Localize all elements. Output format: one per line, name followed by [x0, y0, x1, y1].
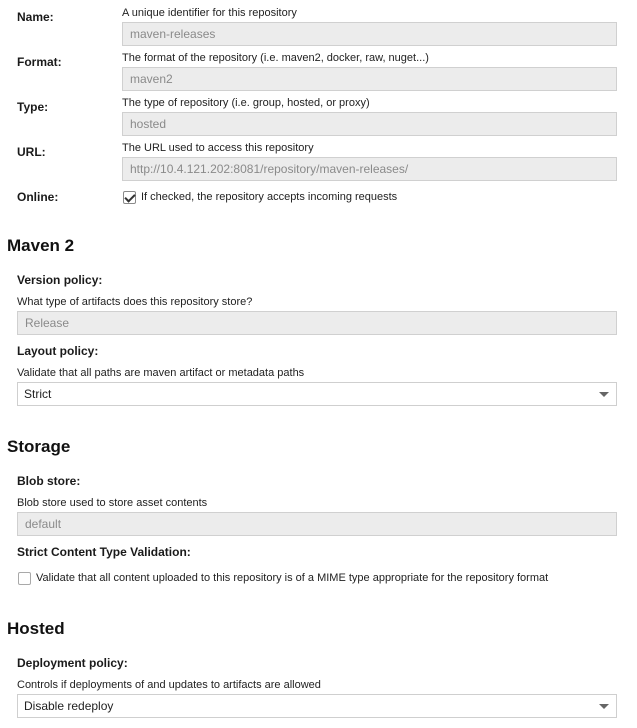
- layout-policy-value: Strict: [24, 387, 52, 401]
- format-label: Format:: [17, 55, 62, 69]
- name-label: Name:: [17, 10, 54, 24]
- chevron-down-icon: [599, 704, 609, 709]
- url-help: The URL used to access this repository: [122, 142, 314, 154]
- type-label: Type:: [17, 100, 49, 114]
- deployment-policy-help: Controls if deployments of and updates t…: [17, 679, 321, 691]
- strict-content-label: Strict Content Type Validation:: [17, 545, 191, 559]
- chevron-down-icon: [599, 392, 609, 397]
- name-field: maven-releases: [122, 22, 617, 46]
- maven2-section-title: Maven 2: [7, 236, 75, 255]
- strict-content-checkbox-text: Validate that all content uploaded to th…: [36, 572, 549, 584]
- online-checkbox[interactable]: [123, 191, 136, 204]
- blob-store-label: Blob store:: [17, 474, 81, 488]
- layout-policy-label: Layout policy:: [17, 344, 99, 358]
- blob-store-field: default: [17, 512, 617, 536]
- strict-content-checkbox[interactable]: [18, 572, 31, 585]
- layout-policy-select[interactable]: Strict: [17, 382, 617, 406]
- storage-section-title: Storage: [7, 437, 71, 456]
- layout-policy-help: Validate that all paths are maven artifa…: [17, 367, 305, 379]
- version-policy-help: What type of artifacts does this reposit…: [17, 296, 253, 308]
- type-field: hosted: [122, 112, 617, 136]
- format-help: The format of the repository (i.e. maven…: [122, 52, 429, 64]
- url-label: URL:: [17, 145, 46, 159]
- hosted-section-title: Hosted: [7, 619, 65, 638]
- online-checkbox-text: If checked, the repository accepts incom…: [141, 191, 398, 203]
- version-policy-field: Release: [17, 311, 617, 335]
- version-policy-label: Version policy:: [17, 273, 103, 287]
- deployment-policy-select[interactable]: Disable redeploy: [17, 694, 617, 718]
- type-help: The type of repository (i.e. group, host…: [122, 97, 370, 109]
- format-field: maven2: [122, 67, 617, 91]
- name-help: A unique identifier for this repository: [122, 7, 297, 19]
- online-label: Online:: [17, 190, 59, 204]
- url-field: http://10.4.121.202:8081/repository/mave…: [122, 157, 617, 181]
- deployment-policy-label: Deployment policy:: [17, 656, 128, 670]
- deployment-policy-value: Disable redeploy: [24, 699, 114, 713]
- blob-store-help: Blob store used to store asset contents: [17, 497, 208, 509]
